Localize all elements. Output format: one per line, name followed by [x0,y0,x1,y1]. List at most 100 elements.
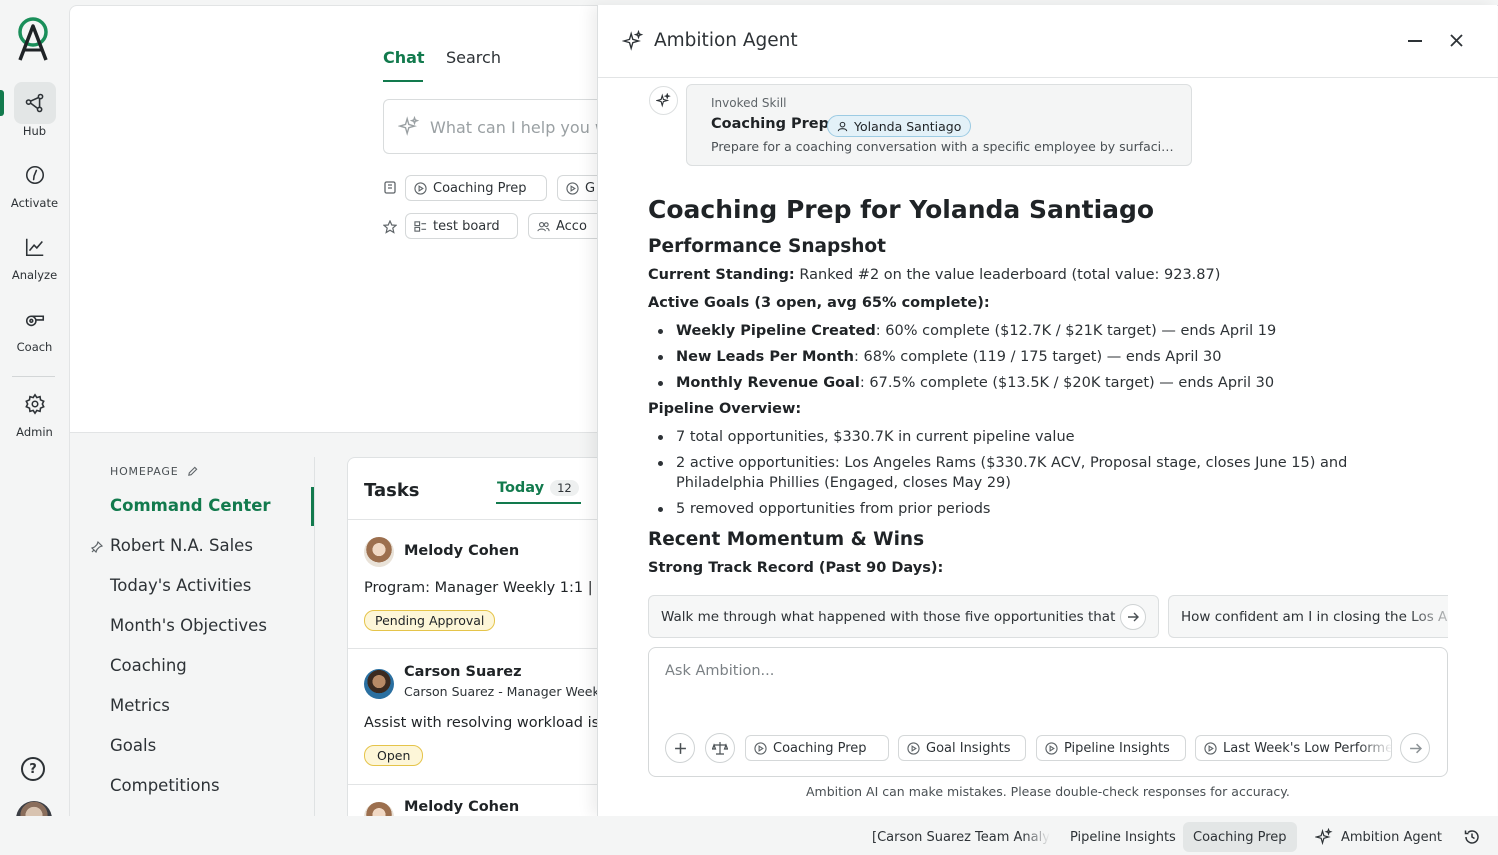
bottom-tab-pipeline-insights[interactable]: Pipeline Insights [1060,822,1186,852]
standing-text: Ranked #2 on the value leaderboard (tota… [794,267,1221,283]
panel-title: Ambition Agent [654,30,798,51]
hub-chip-accounts[interactable]: Acco [528,213,597,239]
track-record-label: Strong Track Record (Past 90 Days): [648,558,1428,578]
rail-item-activate[interactable]: Activate [0,154,69,218]
play-circle-icon [1045,741,1058,755]
user-icon [837,121,848,131]
quick-skill-pipeline-insights[interactable]: Pipeline Insights [1036,735,1186,761]
sparkle-icon [1315,828,1333,846]
hub-chat-input[interactable]: What can I help you w [383,99,613,154]
chip-label: Goal Insights [926,740,1011,756]
status-badge: Open [364,745,424,766]
tasks-card: Tasks Today 12 Melody Cohen Program: Man… [347,457,607,817]
tab-today[interactable]: Today 12 [497,480,579,496]
gear-icon [14,383,56,425]
tab-underline [383,80,423,82]
rail-label: Analyze [11,268,58,282]
homepage-item-todays-activities[interactable]: Today's Activities [110,576,251,595]
invoked-skill-card[interactable]: Invoked Skill Coaching Prep Yolanda Sant… [686,84,1192,166]
tab-search[interactable]: Search [446,48,501,67]
scale-icon[interactable] [705,733,735,763]
compass-icon [14,154,56,196]
avatar [364,537,394,567]
track-record-text: Strong Track Record (Past 90 Days): [648,560,944,576]
play-circle-icon [414,181,427,195]
task-body: Program: Manager Weekly 1:1 | Me [364,580,607,596]
list-item: 7 total opportunities, $330.7K in curren… [648,427,1418,447]
sparkle-icon [656,93,671,108]
star-icon [383,220,397,234]
bottom-tab-label: Ambition Agent [1341,829,1442,845]
arrow-right-icon[interactable] [1120,603,1146,630]
bottom-tab-ambition-agent[interactable]: Ambition Agent [1305,822,1452,852]
quick-skill-low-performers[interactable]: Last Week's Low Performe [1195,735,1392,761]
pencil-icon[interactable] [187,466,198,477]
rail-item-analyze[interactable]: Analyze [0,226,69,290]
left-rail: Hub Activate Analyze Coach Admin ? [0,0,69,855]
rail-label: Coach [16,340,53,354]
homepage-divider [314,457,315,816]
homepage-item-robert-sales[interactable]: Robert N.A. Sales [110,536,253,555]
homepage-item-competitions[interactable]: Competitions [110,776,220,795]
line-chart-icon [14,226,56,268]
pipeline-list: 7 total opportunities, $330.7K in curren… [648,427,1418,519]
avatar [364,669,394,699]
bottom-tab-coaching-prep[interactable]: Coaching Prep [1183,822,1297,852]
tab-chat[interactable]: Chat [383,48,425,67]
hub-chip-test-board[interactable]: test board [405,213,518,239]
active-indicator [311,487,314,526]
agent-response: Coaching Prep for Yolanda Santiago Perfo… [648,195,1428,578]
rail-item-coach[interactable]: Coach [0,298,69,362]
suggestion-chip[interactable]: Walk me through what happened with those… [648,595,1159,638]
sparkle-icon [622,30,644,51]
plus-icon[interactable] [665,733,695,763]
pin-icon[interactable] [91,541,103,553]
hub-chip-goal[interactable]: G [557,175,597,201]
play-circle-icon [1204,741,1217,755]
tab-underline [496,502,581,504]
homepage-item-goals[interactable]: Goals [110,736,156,755]
skill-name: Coaching Prep [711,116,830,132]
chip-label: Acco [556,218,587,234]
agent-avatar [649,86,678,115]
person-chip[interactable]: Yolanda Santiago [827,115,972,137]
homepage-item-metrics[interactable]: Metrics [110,696,170,715]
rail-item-hub[interactable]: Hub [0,82,69,146]
goal-name: Weekly Pipeline Created [676,323,876,339]
bottom-tab-team-analysis[interactable]: [Carson Suarez Team Analy [862,822,1052,852]
rail-item-admin[interactable]: Admin [0,383,69,447]
goal-text: : 60% complete ($12.7K / $21K target) — … [875,323,1277,339]
play-circle-icon [907,741,920,755]
quick-skill-goal-insights[interactable]: Goal Insights [898,735,1026,761]
rail-divider [12,376,55,377]
list-item: Weekly Pipeline Created: 60% complete ($… [648,321,1428,341]
rail-label: Activate [10,196,59,210]
chip-label: test board [433,218,500,234]
rail-label: Admin [16,425,53,439]
quick-skill-coaching-prep[interactable]: Coaching Prep [745,735,889,761]
tab-today-label: Today [497,480,545,496]
send-arrow-icon[interactable] [1400,733,1430,763]
hub-chip-coaching-prep[interactable]: Coaching Prep [405,175,547,201]
task-subtitle: Carson Suarez - Manager Weekl [404,684,604,699]
tasks-divider [348,519,607,520]
goals-list: Weekly Pipeline Created: 60% complete ($… [648,321,1428,393]
homepage-item-command-center[interactable]: Command Center [110,496,271,515]
minimize-icon[interactable] [1408,40,1422,42]
panel-header: Ambition Agent [598,5,1498,78]
help-icon[interactable]: ? [21,757,45,781]
goal-text: : 67.5% complete ($13.5K / $20K target) … [859,375,1275,391]
close-icon[interactable] [1449,33,1464,48]
history-icon[interactable] [1463,828,1481,846]
ask-ambition-composer[interactable]: Ask Ambition... Coaching Prep Goal Insig… [648,647,1448,777]
suggestion-chip[interactable]: How confident am I in closing the Los An… [1168,595,1448,638]
homepage-item-months-objectives[interactable]: Month's Objectives [110,616,267,635]
task-body: Assist with resolving workload issu [364,715,607,731]
goal-text: : 68% complete (119 / 175 target) — ends… [853,349,1222,365]
tab-today-count: 12 [550,480,579,496]
homepage-item-coaching[interactable]: Coaching [110,656,187,675]
share-nodes-icon [13,82,56,124]
hub-chat-placeholder: What can I help you w [430,118,608,137]
ambition-logo[interactable] [14,16,54,62]
rail-label: Hub [22,124,47,138]
